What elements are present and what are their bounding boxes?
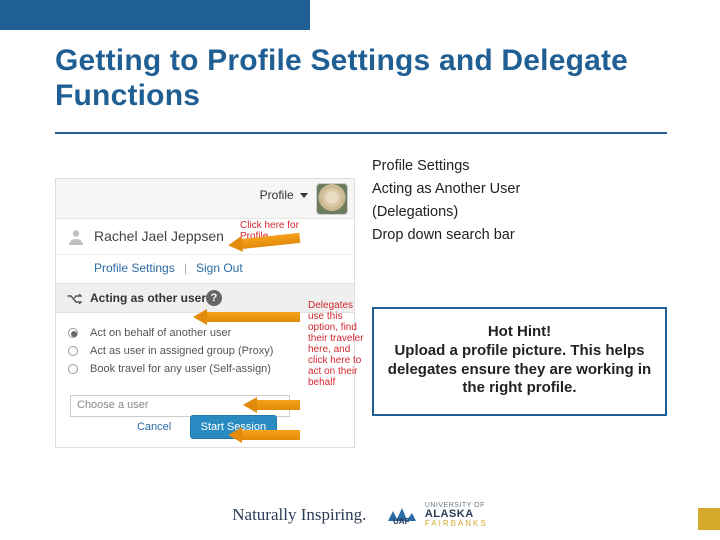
person-icon <box>66 227 86 247</box>
uaf-logo-mark-icon: UAF <box>385 505 419 525</box>
radio-option[interactable]: Act as user in assigned group (Proxy) <box>90 345 344 357</box>
hint-title: Hot Hint! <box>386 323 653 342</box>
hot-hint-box: Hot Hint! Upload a profile picture. This… <box>372 307 667 416</box>
cancel-button[interactable]: Cancel <box>133 416 175 438</box>
annotation-arrow-icon <box>240 430 300 440</box>
radio-label: Act as user in assigned group (Proxy) <box>90 345 273 357</box>
bullet-item: Drop down search bar <box>372 225 520 246</box>
section-label: Acting as other user <box>90 291 206 305</box>
tagline: Naturally Inspiring. <box>232 505 366 525</box>
avatar[interactable] <box>316 183 348 215</box>
screenshot-topbar: Profile <box>56 179 354 219</box>
profile-links-row: Profile Settings | Sign Out <box>56 255 354 283</box>
bullet-item: (Delegations) <box>372 202 520 223</box>
callout-delegates: Delegates use this option, find their tr… <box>308 300 368 388</box>
uaf-logo-text: UNIVERSITY OF ALASKA FAIRBANKS <box>425 502 488 528</box>
annotation-arrow-icon <box>255 400 300 410</box>
radio-label: Act on behalf of another user <box>90 327 231 339</box>
uaf-logo: UAF UNIVERSITY OF ALASKA FAIRBANKS <box>385 502 488 528</box>
radio-option[interactable]: Book travel for any user (Self-assign) <box>90 363 344 375</box>
radio-icon <box>68 328 78 338</box>
bullet-item: Acting as Another User <box>372 179 520 200</box>
radio-label: Book travel for any user (Self-assign) <box>90 363 271 375</box>
title-underline <box>55 132 667 134</box>
chevron-down-icon <box>300 193 308 198</box>
logo-abbrev: UAF <box>393 517 410 525</box>
link-divider: | <box>184 261 187 275</box>
shuffle-icon <box>66 291 82 307</box>
annotation-arrow-icon <box>205 312 300 322</box>
slide-footer: Naturally Inspiring. UAF UNIVERSITY OF A… <box>0 502 720 528</box>
footer-gold-square <box>698 508 720 530</box>
header-accent-bar <box>0 0 310 30</box>
user-display-name: Rachel Jael Jeppsen <box>94 228 224 244</box>
dialog-button-row: Cancel Start Session <box>56 415 354 439</box>
bullet-list: Profile Settings Acting as Another User … <box>372 156 520 248</box>
slide-title: Getting to Profile Settings and Delegate… <box>55 44 655 113</box>
logo-line-3: FAIRBANKS <box>425 520 488 528</box>
hint-body: Upload a profile picture. This helps del… <box>386 342 653 398</box>
radio-icon <box>68 364 78 374</box>
help-icon[interactable]: ? <box>206 290 222 306</box>
profile-settings-link[interactable]: Profile Settings <box>94 261 175 275</box>
bullet-item: Profile Settings <box>372 156 520 177</box>
sign-out-link[interactable]: Sign Out <box>196 261 243 275</box>
radio-option[interactable]: Act on behalf of another user <box>90 327 344 339</box>
profile-menu[interactable]: Profile <box>260 188 308 202</box>
profile-menu-label: Profile <box>260 188 294 202</box>
radio-icon <box>68 346 78 356</box>
